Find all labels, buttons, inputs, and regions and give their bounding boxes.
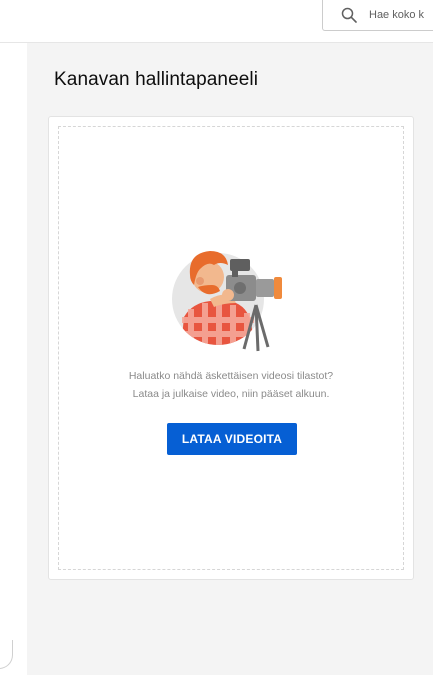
message-line-1: Haluatko nähdä äskettäisen videosi tilas… — [128, 370, 334, 382]
search-icon[interactable] — [341, 7, 357, 23]
page: Hae koko k Kanavan hallintapaneeli Halua… — [0, 0, 433, 675]
message-line-2: Lataa ja julkaise video, niin pääset alk… — [132, 388, 330, 400]
camera-operator-illustration — [170, 239, 294, 357]
upload-videos-button[interactable]: LATAA VIDEOITA — [167, 423, 297, 455]
search-input[interactable]: Hae koko k — [369, 9, 424, 21]
recent-video-card: Haluatko nähdä äskettäisen videosi tilas… — [48, 116, 414, 580]
main-content: Kanavan hallintapaneeli Haluatko nähdä ä… — [27, 43, 433, 675]
top-bar: Hae koko k — [0, 0, 433, 43]
search-box[interactable]: Hae koko k — [322, 0, 433, 31]
sidebar-edge — [0, 0, 27, 675]
empty-state-message: Haluatko nähdä äskettäisen videosi tilas… — [49, 367, 413, 403]
sidebar-corner — [0, 640, 13, 669]
page-title: Kanavan hallintapaneeli — [54, 69, 259, 90]
